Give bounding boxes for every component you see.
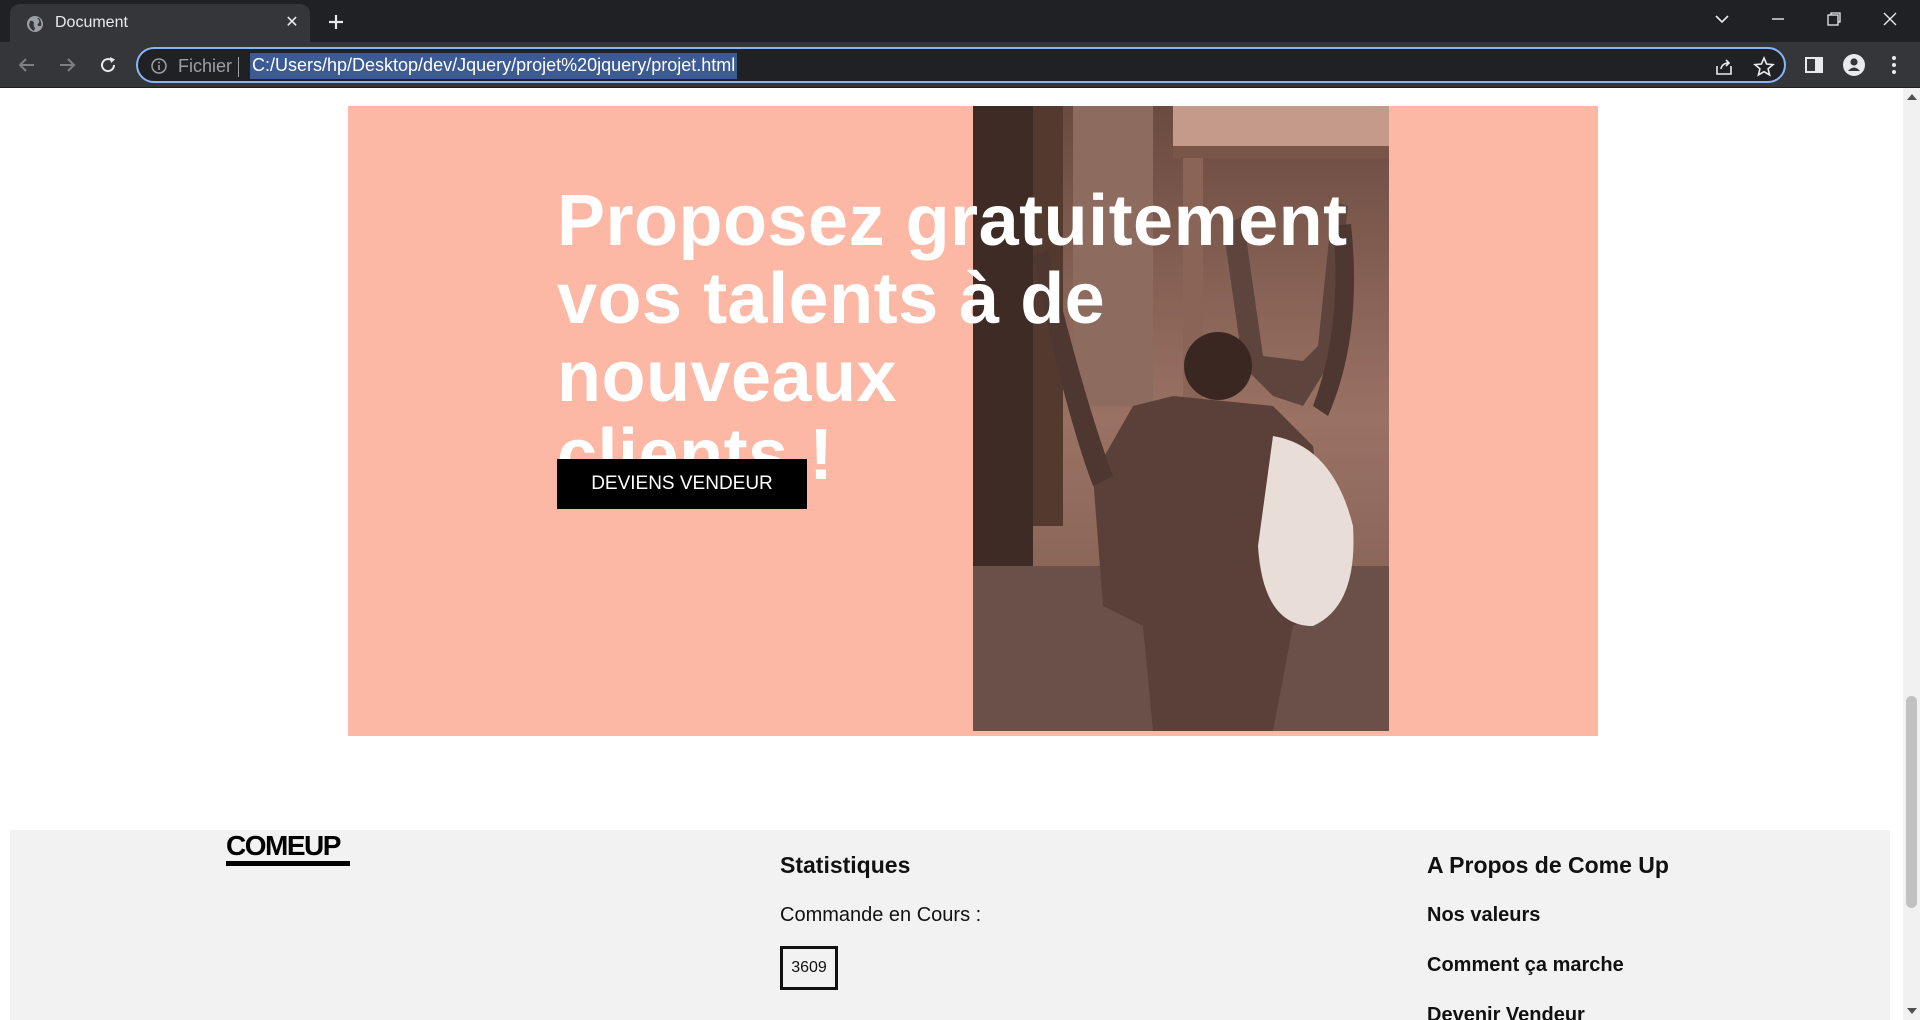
profile-icon[interactable]	[1840, 51, 1868, 79]
hero-headline-line: vos talents à de nouveaux	[557, 259, 1106, 417]
stats-value-box: 3609	[780, 946, 838, 990]
close-icon	[1883, 12, 1897, 26]
site-footer: COMEUP Statistiques Commande en Cours : …	[10, 830, 1890, 1020]
stats-label: Commande en Cours :	[780, 904, 982, 926]
hero-headline: Proposez gratuitement vos talents à de n…	[557, 182, 1457, 494]
browser-tab[interactable]: Document ✕	[10, 4, 310, 42]
chevron-down-icon	[1715, 15, 1729, 24]
new-tab-icon[interactable]	[322, 8, 350, 36]
globe-icon	[27, 16, 43, 32]
scroll-up-arrow-icon[interactable]	[1907, 94, 1917, 100]
browser-titlebar: Document ✕	[0, 0, 1920, 42]
scrollbar-thumb[interactable]	[1906, 696, 1917, 908]
minimize-icon	[1772, 18, 1784, 20]
reload-icon	[101, 57, 116, 73]
about-title: A Propos de Come Up	[1427, 852, 1669, 878]
info-icon[interactable]	[150, 57, 168, 75]
page-scrollbar[interactable]	[1903, 88, 1920, 1020]
stats-title: Statistiques	[780, 852, 911, 878]
scheme-label: Fichier	[178, 56, 233, 76]
logo-text: COMEUP	[226, 830, 341, 861]
divider	[238, 57, 239, 77]
scroll-down-arrow-icon[interactable]	[1907, 1008, 1917, 1014]
restore-icon	[1827, 12, 1841, 26]
browser-toolbar: Fichier C:/Users/hp/Desktop/dev/Jquery/p…	[0, 42, 1920, 88]
tab-search-button[interactable]	[1694, 0, 1750, 38]
minimize-button[interactable]	[1750, 0, 1806, 38]
link-devenir-vendeur[interactable]: Devenir Vendeur	[1427, 1004, 1585, 1020]
reload-button[interactable]	[93, 50, 123, 80]
arrow-right-icon	[60, 58, 76, 72]
address-bar[interactable]: Fichier C:/Users/hp/Desktop/dev/Jquery/p…	[136, 47, 1786, 83]
comeup-logo[interactable]: COMEUP	[226, 830, 350, 866]
restore-button[interactable]	[1806, 0, 1862, 38]
close-window-button[interactable]	[1862, 0, 1918, 38]
hero-headline-line: Proposez gratuitement	[557, 181, 1348, 261]
tab-title: Document	[55, 14, 128, 31]
star-icon[interactable]	[1752, 55, 1776, 79]
share-icon[interactable]	[1712, 55, 1736, 79]
page-viewport: Proposez gratuitement vos talents à de n…	[0, 88, 1903, 1020]
url-text[interactable]: C:/Users/hp/Desktop/dev/Jquery/projet%20…	[250, 53, 738, 79]
link-nos-valeurs[interactable]: Nos valeurs	[1427, 904, 1540, 927]
side-panel-icon[interactable]	[1800, 51, 1828, 79]
logo-underline	[226, 861, 350, 866]
close-tab-icon[interactable]: ✕	[282, 13, 302, 33]
menu-kebab-icon[interactable]	[1880, 51, 1908, 79]
hero-banner: Proposez gratuitement vos talents à de n…	[348, 106, 1598, 736]
back-button[interactable]	[12, 50, 42, 80]
deviens-vendeur-button[interactable]: DEVIENS VENDEUR	[557, 459, 807, 509]
link-comment-ca-marche[interactable]: Comment ça marche	[1427, 954, 1624, 977]
forward-button[interactable]	[52, 50, 82, 80]
arrow-left-icon	[18, 58, 34, 72]
